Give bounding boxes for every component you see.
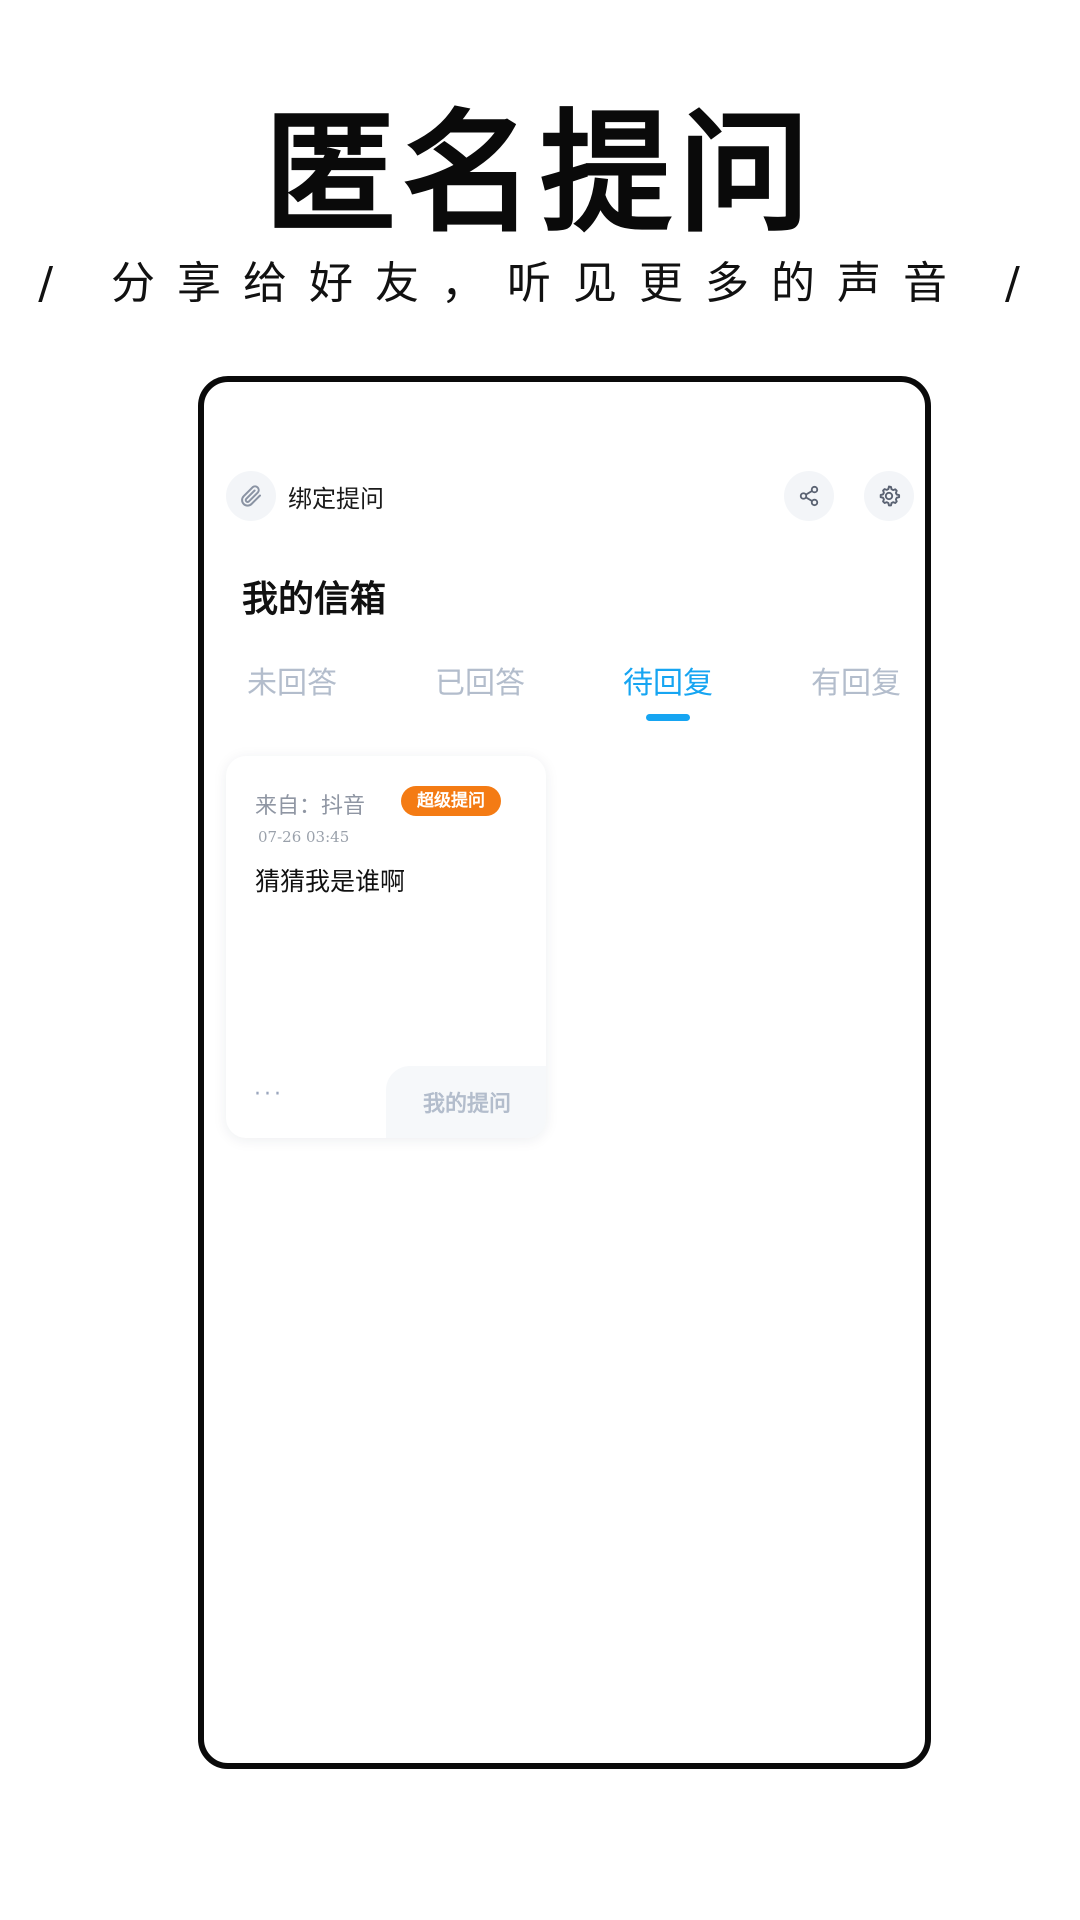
tab-answered[interactable]: 已回答 — [420, 662, 540, 706]
promo-page: 匿名提问 / 分享给好友，听见更多的声音 / 绑定提问 我的信箱 未回答 已回答… — [0, 0, 1080, 1920]
question-timestamp: 07-26 03:45 — [258, 828, 350, 846]
hero-subtitle: / 分享给好友，听见更多的声音 / — [38, 258, 1042, 309]
tab-has-reply[interactable]: 有回复 — [796, 662, 916, 706]
inbox-tabs: 未回答 已回答 待回复 有回复 — [204, 662, 925, 722]
phone-frame: 绑定提问 我的信箱 未回答 已回答 待回复 有回复 来自：抖音 超级提问 07-… — [198, 376, 931, 1769]
my-question-button[interactable]: 我的提问 — [386, 1066, 546, 1138]
top-bar: 绑定提问 — [204, 470, 925, 522]
more-options-icon[interactable]: ··· — [254, 1082, 284, 1107]
question-card[interactable]: 来自：抖音 超级提问 07-26 03:45 猜猜我是谁啊 ··· 我的提问 — [226, 756, 546, 1138]
share-icon — [799, 485, 819, 507]
share-button[interactable] — [784, 471, 834, 521]
inbox-title: 我的信箱 — [242, 579, 387, 620]
question-text: 猜猜我是谁啊 — [255, 867, 406, 896]
settings-button[interactable] — [864, 471, 914, 521]
tab-pending-reply[interactable]: 待回复 — [608, 662, 728, 706]
bind-icon-button[interactable] — [226, 471, 276, 521]
super-question-badge: 超级提问 — [401, 786, 501, 816]
bind-question-label: 绑定提问 — [288, 484, 384, 513]
tab-unanswered[interactable]: 未回答 — [232, 662, 352, 706]
paperclip-icon — [241, 485, 261, 507]
question-source: 来自：抖音 — [255, 794, 366, 819]
hero-title: 匿名提问 — [264, 97, 816, 251]
active-tab-indicator — [646, 714, 690, 721]
bind-question-button[interactable]: 绑定提问 — [226, 470, 384, 522]
gear-icon — [879, 485, 901, 507]
